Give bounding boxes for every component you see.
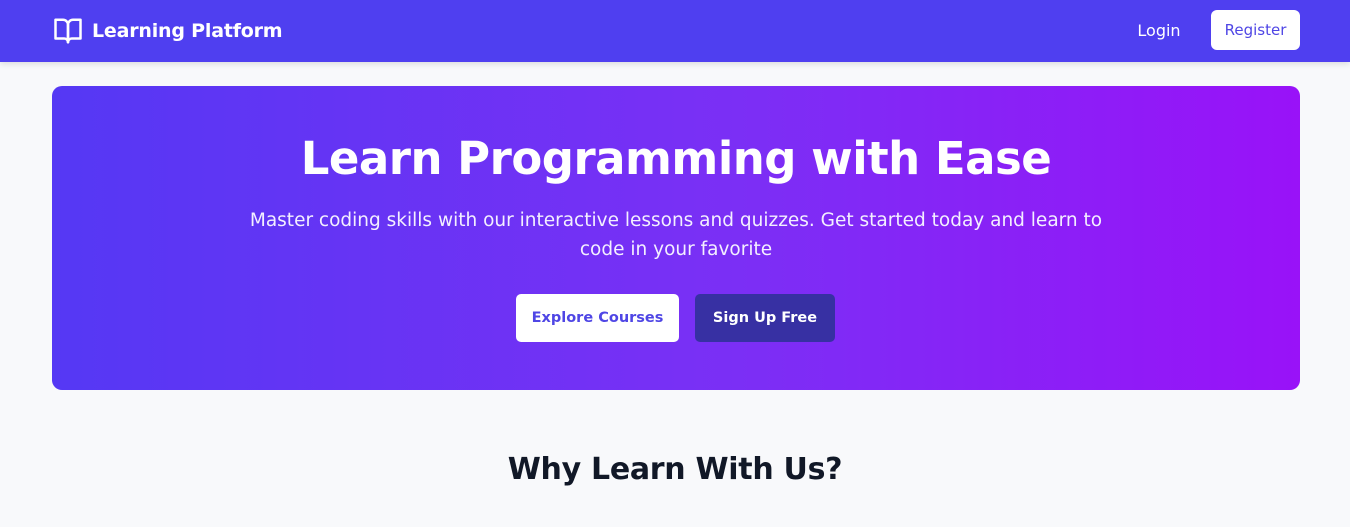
hero-title: Learn Programming with Ease	[300, 132, 1052, 185]
hero-banner: Learn Programming with Ease Master codin…	[52, 86, 1300, 390]
features-heading: Why Learn With Us?	[507, 452, 843, 487]
explore-courses-button[interactable]: Explore Courses	[516, 294, 679, 342]
brand-link[interactable]: Learning Platform	[52, 15, 283, 47]
top-navbar: Learning Platform Login Register	[0, 0, 1350, 62]
brand-name: Learning Platform	[92, 20, 283, 42]
open-book-icon	[54, 18, 82, 44]
login-link[interactable]: Login	[1128, 19, 1190, 43]
register-button[interactable]: Register	[1211, 10, 1300, 50]
hero-subtitle: Master coding skills with our interactiv…	[249, 210, 1103, 260]
sign-up-free-button[interactable]: Sign Up Free	[695, 294, 835, 342]
